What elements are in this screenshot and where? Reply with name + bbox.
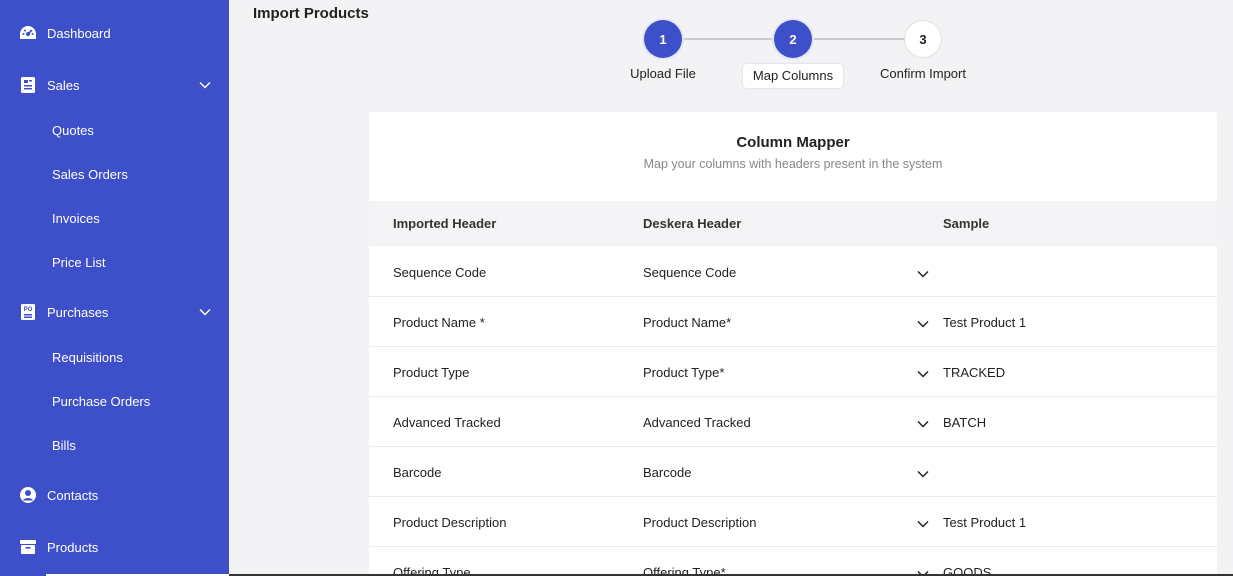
sidebar-subitem-quotes[interactable]: Quotes <box>52 123 94 138</box>
step-3-label: Confirm Import <box>880 66 966 81</box>
dashboard-icon <box>19 24 37 42</box>
sidebar-subitem-purchase-orders[interactable]: Purchase Orders <box>52 394 150 409</box>
table-row: Product Description Product Description … <box>369 497 1217 547</box>
table-row: Advanced Tracked Advanced Tracked BATCH <box>369 397 1217 447</box>
chevron-down-icon[interactable] <box>916 367 930 381</box>
sidebar-item-products[interactable]: Products <box>0 532 229 562</box>
sidebar-item-label: Sales <box>47 77 80 93</box>
deskera-header-select[interactable]: Product Name* <box>643 315 731 330</box>
sidebar: Dashboard Sales Quotes Sales Orders Invo… <box>0 0 229 576</box>
sidebar-item-purchases[interactable]: PO Purchases <box>0 297 229 327</box>
table-row: Sequence Code Sequence Code <box>369 247 1217 297</box>
sidebar-subitem-invoices[interactable]: Invoices <box>52 211 100 226</box>
sample-cell: Test Product 1 <box>943 315 1027 330</box>
column-mapper-card: Column Mapper Map your columns with head… <box>369 112 1217 576</box>
card-title: Column Mapper <box>736 134 850 151</box>
table-row: Barcode Barcode <box>369 447 1217 497</box>
column-header-sample: Sample <box>943 216 990 231</box>
imported-header-cell: Product Description <box>393 515 507 530</box>
imported-header-cell: Product Type <box>393 365 470 380</box>
table-row: Offering Type Offering Type* GOODS <box>369 547 1217 576</box>
sidebar-item-label: Dashboard <box>47 25 111 41</box>
sidebar-item-dashboard[interactable]: Dashboard <box>0 18 229 48</box>
chevron-down-icon[interactable] <box>916 267 930 281</box>
sidebar-item-label: Products <box>47 539 99 555</box>
stepper-connector <box>811 38 904 40</box>
chevron-down-icon[interactable] <box>916 467 930 481</box>
sidebar-subitem-bills[interactable]: Bills <box>52 438 76 453</box>
step-1-circle[interactable]: 1 <box>644 20 682 58</box>
chevron-down-icon[interactable] <box>916 317 930 331</box>
deskera-header-select[interactable]: Product Description <box>643 515 756 530</box>
card-subtitle: Map your columns with headers present in… <box>643 157 943 171</box>
sample-cell: BATCH <box>943 415 987 430</box>
column-header-imported: Imported Header <box>393 216 497 231</box>
deskera-header-select[interactable]: Advanced Tracked <box>643 415 751 430</box>
sample-cell: TRACKED <box>943 365 1006 380</box>
deskera-header-select[interactable]: Sequence Code <box>643 265 736 280</box>
deskera-header-select[interactable]: Barcode <box>643 465 691 480</box>
sidebar-subitem-requisitions[interactable]: Requisitions <box>52 350 123 365</box>
purchases-icon: PO <box>19 303 37 321</box>
stepper-connector <box>681 38 774 40</box>
sidebar-item-sales[interactable]: Sales <box>0 70 229 100</box>
step-2-label: Map Columns <box>743 64 843 88</box>
table-row: Product Type Product Type* TRACKED <box>369 347 1217 397</box>
deskera-header-select[interactable]: Product Type* <box>643 365 724 380</box>
svg-text:PO: PO <box>24 307 33 313</box>
step-2-circle[interactable]: 2 <box>774 20 812 58</box>
chevron-down-icon[interactable] <box>198 78 212 92</box>
sample-cell: Test Product 1 <box>943 515 1027 530</box>
sidebar-item-label: Contacts <box>47 487 99 503</box>
products-icon <box>19 538 37 556</box>
chevron-down-icon[interactable] <box>916 517 930 531</box>
imported-header-cell: Barcode <box>393 465 442 480</box>
table-row: Product Name * Product Name* Test Produc… <box>369 297 1217 347</box>
step-1-label: Upload File <box>630 66 696 81</box>
sales-icon <box>19 76 37 94</box>
column-header-deskera: Deskera Header <box>643 216 742 231</box>
table-header: Imported Header Deskera Header Sample <box>369 201 1217 246</box>
contacts-icon <box>19 486 37 504</box>
sidebar-item-contacts[interactable]: Contacts <box>0 480 229 510</box>
sidebar-item-label: Purchases <box>47 304 109 320</box>
imported-header-cell: Product Name * <box>393 315 485 330</box>
page-title: Import Products <box>253 5 369 22</box>
step-3-circle[interactable]: 3 <box>904 20 942 58</box>
imported-header-cell: Advanced Tracked <box>393 415 501 430</box>
sidebar-subitem-price-list[interactable]: Price List <box>52 255 105 270</box>
chevron-down-icon[interactable] <box>198 305 212 319</box>
imported-header-cell: Sequence Code <box>393 265 487 280</box>
sidebar-subitem-sales-orders[interactable]: Sales Orders <box>52 167 128 182</box>
chevron-down-icon[interactable] <box>916 417 930 431</box>
